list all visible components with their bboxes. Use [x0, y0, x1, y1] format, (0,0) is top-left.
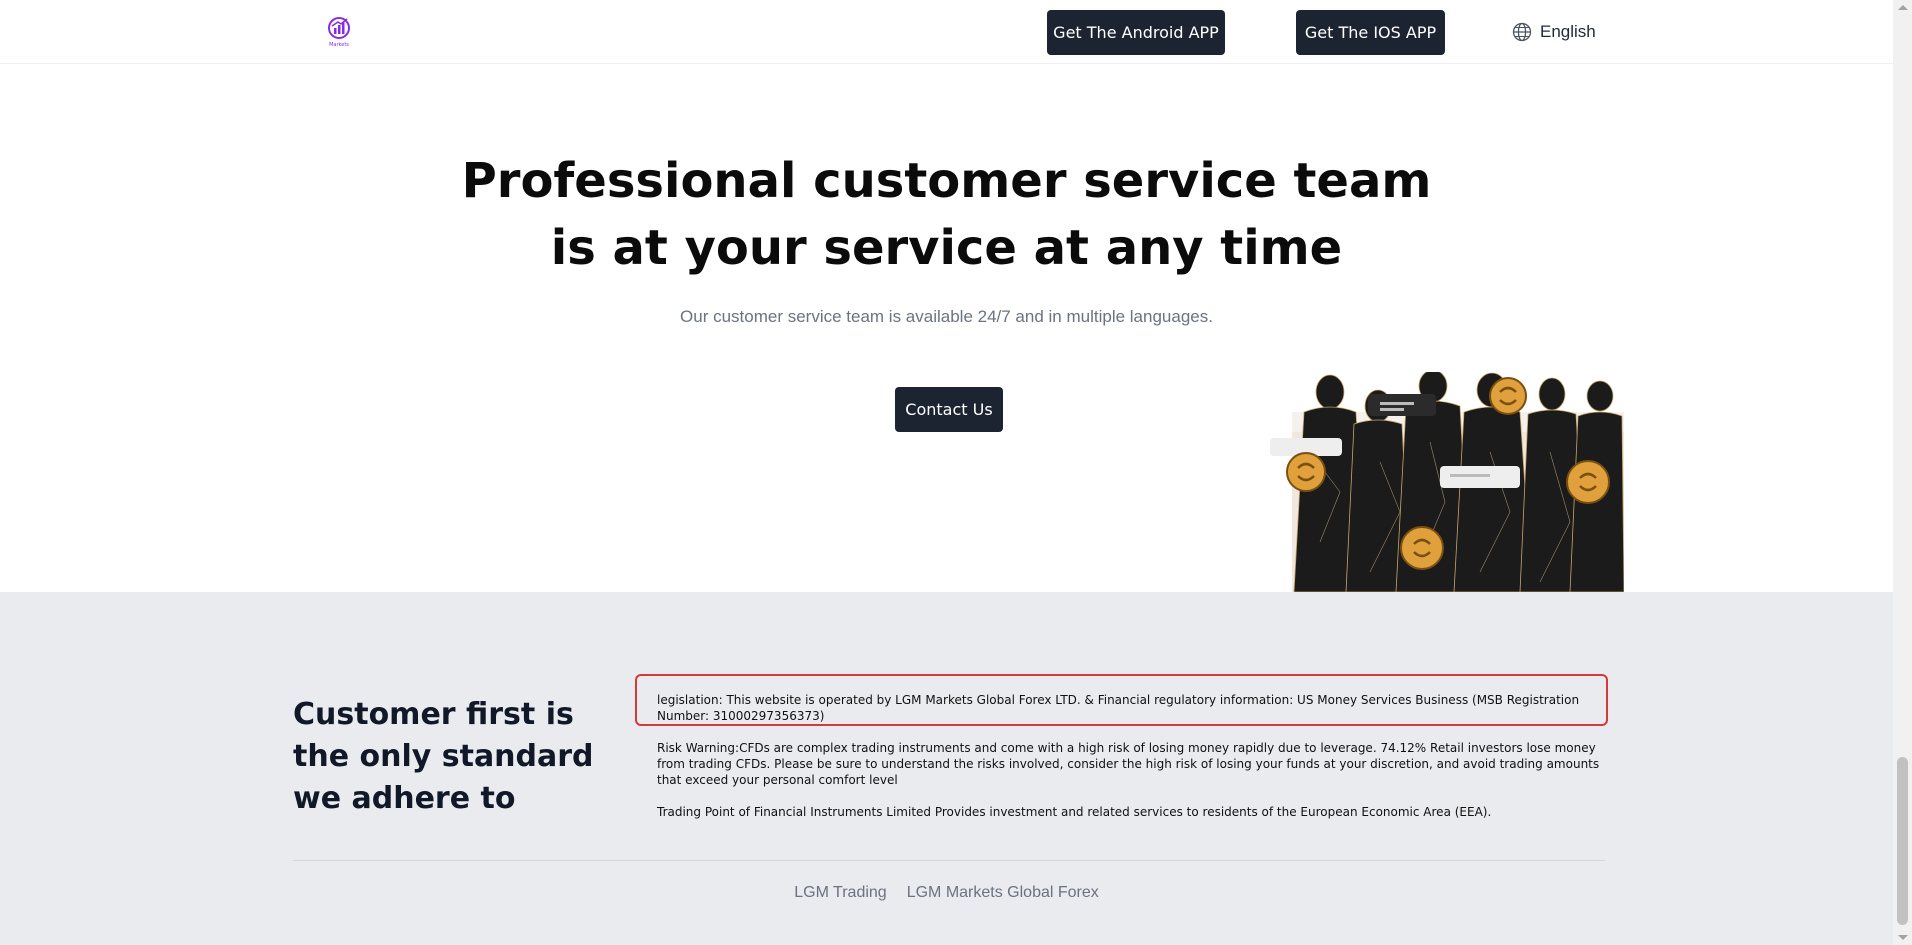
hero-title: Professional customer service team is at…	[0, 148, 1893, 282]
globe-icon	[1512, 22, 1532, 42]
footer-links: LGM Trading LGM Markets Global Forex	[0, 884, 1893, 902]
language-selector[interactable]: English	[1512, 20, 1596, 44]
scroll-up-arrow-icon[interactable]	[1898, 5, 1908, 10]
markets-logo[interactable]: Markets	[324, 14, 354, 48]
customer-service-illustration	[1270, 372, 1624, 592]
page: Markets Get The Android APP Get The IOS …	[0, 0, 1912, 945]
eea-notice-text: Trading Point of Financial Instruments L…	[657, 805, 1492, 819]
top-nav: Markets Get The Android APP Get The IOS …	[0, 0, 1893, 64]
footer-title: Customer first is the only standard we a…	[293, 697, 594, 816]
page-scrollbar[interactable]	[1893, 0, 1912, 945]
android-app-button[interactable]: Get The Android APP	[1047, 10, 1225, 55]
hero-title-line-1: Professional customer service team	[461, 153, 1432, 209]
svg-text:Markets: Markets	[329, 42, 349, 48]
ios-app-button[interactable]: Get The IOS APP	[1296, 10, 1445, 55]
footer-link-lgm-trading[interactable]: LGM Trading	[794, 884, 886, 902]
legislation-text: legislation: This website is operated by…	[657, 693, 1580, 723]
contact-us-button[interactable]: Contact Us	[895, 387, 1003, 432]
footer: Customer first is the only standard we a…	[0, 592, 1893, 945]
scroll-down-arrow-icon[interactable]	[1898, 935, 1908, 940]
hero-subtitle: Our customer service team is available 2…	[680, 307, 1213, 326]
footer-link-lgm-markets-global-forex[interactable]: LGM Markets Global Forex	[907, 884, 1099, 902]
risk-warning-text: Risk Warning:CFDs are complex trading in…	[657, 741, 1600, 787]
scrollbar-thumb[interactable]	[1897, 757, 1908, 925]
language-label: English	[1540, 22, 1596, 41]
hero-title-line-2: is at your service at any time	[550, 220, 1343, 276]
footer-divider	[293, 860, 1605, 861]
